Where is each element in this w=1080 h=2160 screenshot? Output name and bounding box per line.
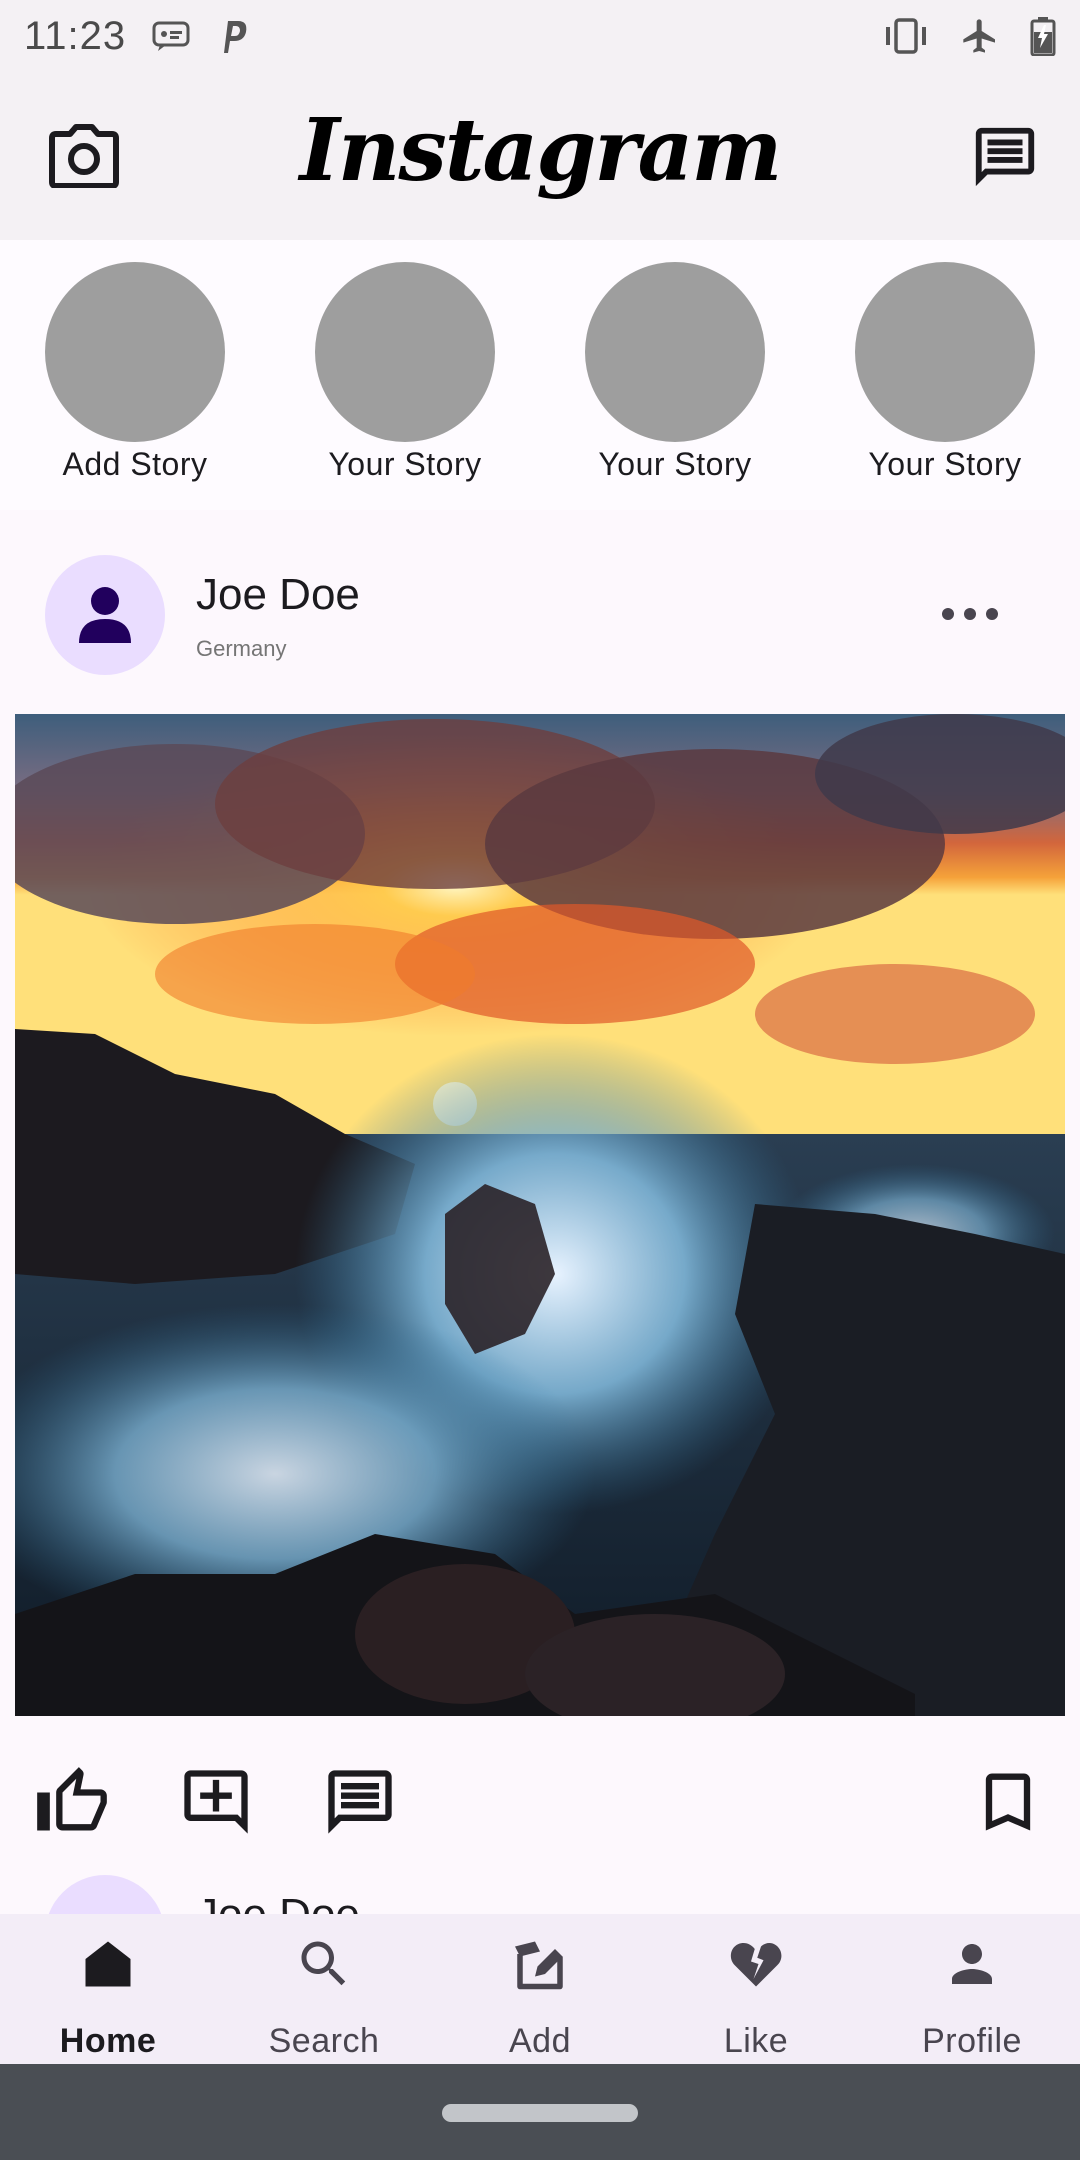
nav-add[interactable]: Add <box>432 1914 648 2064</box>
story-avatar <box>585 262 765 442</box>
parking-app-icon <box>218 17 250 55</box>
battery-icon <box>1030 16 1056 56</box>
post-username[interactable]: Joe Doe <box>196 1890 360 1914</box>
message-notification-icon <box>152 20 192 52</box>
vibrate-icon <box>882 18 930 54</box>
story-avatar <box>315 262 495 442</box>
system-gesture-bar <box>0 2064 1080 2160</box>
story-item[interactable]: Your Story <box>835 262 1055 483</box>
nav-label: Like <box>723 2022 789 2060</box>
next-post-header: Joe Doe <box>0 1860 1080 1914</box>
like-icon <box>37 1767 107 1831</box>
nav-search[interactable]: Search <box>216 1914 432 2064</box>
like-button[interactable] <box>34 1764 110 1840</box>
nav-label: Home <box>59 2022 157 2060</box>
story-item[interactable]: Your Story <box>565 262 785 483</box>
post-actions <box>0 1740 1080 1860</box>
comments-icon <box>328 1770 392 1834</box>
add-post-icon <box>515 1941 563 1990</box>
story-label: Your Story <box>598 446 752 482</box>
bottom-navigation: Home Search Add Like Profile <box>0 1914 1080 2064</box>
more-options-icon[interactable] <box>942 596 998 632</box>
nav-home[interactable]: Home <box>0 1914 216 2064</box>
comments-button[interactable] <box>322 1764 398 1840</box>
post-location: Germany <box>196 636 287 661</box>
app-logo: Instagram <box>299 100 783 201</box>
bookmark-icon <box>985 1773 1031 1831</box>
nav-label: Add <box>509 2022 571 2060</box>
stories-row: Add Story Your Story Your Story Your Sto… <box>0 240 1080 510</box>
home-gesture-handle[interactable] <box>442 2104 638 2122</box>
add-comment-icon <box>184 1770 248 1834</box>
person-icon <box>79 587 131 643</box>
story-label: Your Story <box>328 446 482 482</box>
post-avatar[interactable] <box>45 555 165 675</box>
story-label: Add Story <box>62 446 208 482</box>
broken-heart-icon <box>730 1942 782 1987</box>
airplane-mode-icon <box>960 16 1000 56</box>
bookmark-button[interactable] <box>970 1764 1046 1840</box>
status-bar: 11:23 <box>0 0 1080 72</box>
post-username[interactable]: Joe Doe <box>196 570 360 620</box>
story-add[interactable]: Add Story <box>25 262 245 483</box>
story-avatar <box>45 262 225 442</box>
post-header: Joe Doe Germany <box>0 540 1080 690</box>
story-item[interactable]: Your Story <box>295 262 515 483</box>
home-icon <box>85 1941 131 1987</box>
story-label: Your Story <box>868 446 1022 482</box>
nav-like[interactable]: Like <box>648 1914 864 2064</box>
story-avatar <box>855 262 1035 442</box>
nav-profile[interactable]: Profile <box>864 1914 1080 2064</box>
post-avatar[interactable] <box>45 1875 165 1914</box>
profile-icon <box>952 1944 992 1984</box>
status-time: 11:23 <box>24 13 127 58</box>
add-comment-button[interactable] <box>178 1764 254 1840</box>
sunset-wave-photo[interactable] <box>15 714 1065 1716</box>
messages-icon <box>975 127 1035 187</box>
nav-label: Search <box>268 2022 380 2060</box>
messages-button[interactable] <box>970 122 1040 192</box>
nav-label: Profile <box>922 2022 1022 2060</box>
search-icon <box>301 1941 346 1986</box>
app-bar: Instagram <box>0 72 1080 240</box>
